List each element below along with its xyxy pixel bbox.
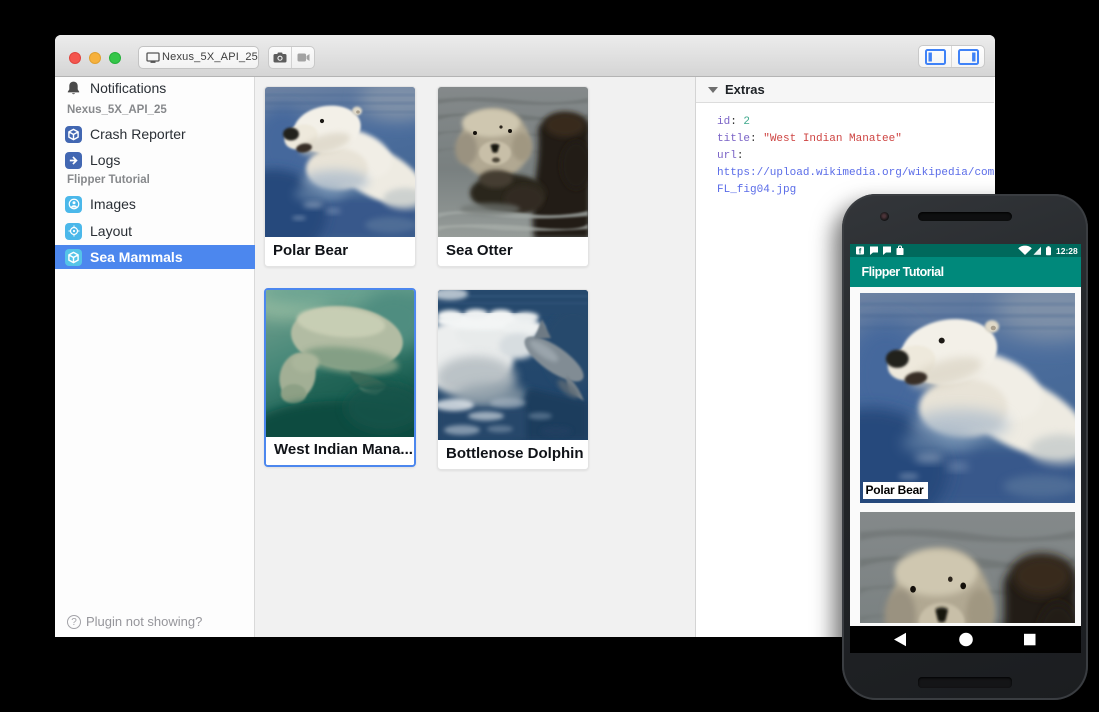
svg-text:12:28: 12:28 [1056, 246, 1078, 256]
